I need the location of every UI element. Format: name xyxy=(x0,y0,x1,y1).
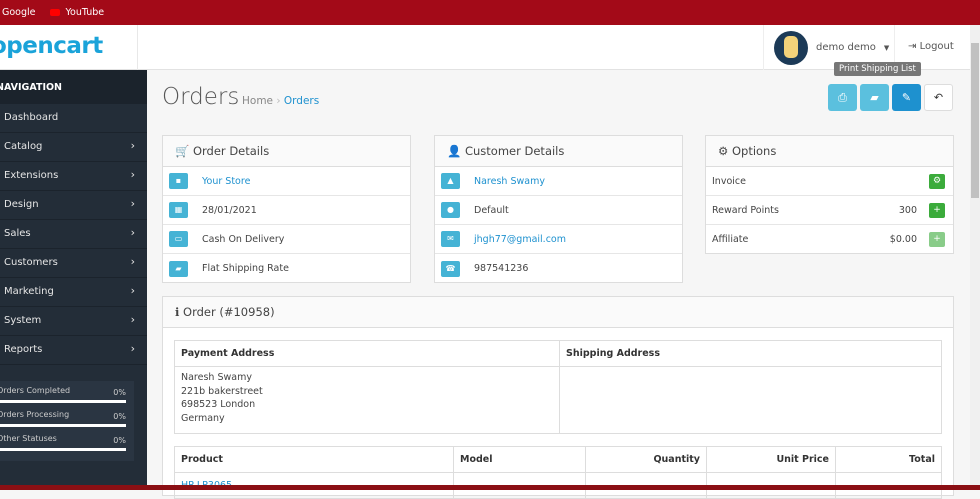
nav-marketing[interactable]: Marketing › xyxy=(0,278,147,307)
header: opencart demo demo ▼ ⇥ Logout xyxy=(0,25,970,70)
calendar-icon: ▦ xyxy=(169,202,188,218)
print-icon: ⎙ xyxy=(838,90,847,104)
nav-design[interactable]: Design › xyxy=(0,191,147,220)
breadcrumb-home[interactable]: Home xyxy=(242,95,273,107)
bookmark-youtube[interactable]: YouTube xyxy=(49,7,104,18)
nav-system[interactable]: System › xyxy=(0,307,147,336)
generate-invoice-button[interactable]: ⚙ xyxy=(929,173,945,189)
stat-completed: Orders Completed 0% xyxy=(0,386,134,410)
phone-icon: ☎ xyxy=(441,260,460,277)
truck-icon: ▰ xyxy=(870,91,879,104)
progress-bar xyxy=(0,400,126,403)
nav-reports[interactable]: Reports › xyxy=(0,336,147,365)
user-icon: ▲ xyxy=(441,173,460,189)
stat-other: Other Statuses 0% xyxy=(0,434,134,458)
chevron-right-icon: › xyxy=(130,284,135,297)
group-icon: ● xyxy=(441,202,460,218)
chevron-right-icon: › xyxy=(130,313,135,326)
chevron-right-icon: › xyxy=(130,342,135,355)
youtube-icon xyxy=(49,9,60,16)
sign-out-icon: ⇥ xyxy=(908,41,920,52)
options-panel: ⚙ Options Invoice ⚙ Reward Points 300 + Aff… xyxy=(705,135,954,254)
credit-card-icon: ▭ xyxy=(169,231,188,247)
progress-bar xyxy=(0,448,126,451)
scrollbar-thumb[interactable] xyxy=(971,43,979,198)
payment-method: Cash On Delivery xyxy=(202,233,285,245)
logout-link[interactable]: ⇥ Logout xyxy=(908,41,954,52)
phone: 987541236 xyxy=(474,263,529,274)
progress-bar xyxy=(0,424,126,427)
taskbar xyxy=(0,485,980,490)
chevron-right-icon: › xyxy=(130,255,135,268)
nav-header: NAVIGATION xyxy=(0,70,147,104)
user-name: demo demo xyxy=(816,42,876,53)
tooltip: Print Shipping List xyxy=(834,62,921,76)
print-invoice-button[interactable]: ⎙ xyxy=(828,84,857,111)
pencil-icon: ✎ xyxy=(901,91,912,104)
customer-link[interactable]: Naresh Swamy xyxy=(474,176,545,187)
user-icon: 👤 xyxy=(447,144,465,158)
shipping-address xyxy=(559,366,942,434)
order-date: 28/01/2021 xyxy=(202,204,257,216)
store-icon: ▪ xyxy=(169,173,188,189)
customer-group: Default xyxy=(474,204,509,216)
logo[interactable]: opencart xyxy=(0,25,138,70)
add-reward-button[interactable]: + xyxy=(929,202,945,218)
nav-dashboard[interactable]: Dashboard xyxy=(0,104,147,133)
add-commission-button[interactable]: + xyxy=(929,232,945,247)
order-details-panel: 🛒 Order Details ▪ Your Store ▦ 28/01/2021 … xyxy=(162,135,411,283)
chevron-right-icon: › xyxy=(130,139,135,152)
reply-icon: ↶ xyxy=(933,91,944,104)
order-stats: Orders Completed 0% Orders Processing 0% O… xyxy=(0,381,134,461)
nav-extensions[interactable]: Extensions › xyxy=(0,162,147,191)
cart-icon: 🛒 xyxy=(175,144,193,158)
email-link[interactable]: jhgh77@gmail.com xyxy=(474,234,566,245)
customer-details-panel: 👤 Customer Details ▲ Naresh Swamy ● Defaul… xyxy=(434,135,683,283)
store-link[interactable]: Your Store xyxy=(202,176,250,187)
payment-address: Naresh Swamy 221b bakerstreet 698523 Londo… xyxy=(174,366,560,434)
chevron-right-icon: › xyxy=(130,226,135,239)
nav-catalog[interactable]: Catalog › xyxy=(0,133,147,162)
nav-customers[interactable]: Customers › xyxy=(0,249,147,278)
envelope-icon: ✉ xyxy=(441,231,460,247)
order-panel: ℹ Order (#10958) Payment Address Shipping… xyxy=(162,296,954,499)
nav-sales[interactable]: Sales › xyxy=(0,220,147,249)
print-shipping-button[interactable]: ▰ xyxy=(860,84,889,111)
bookmark-google[interactable]: Google xyxy=(2,7,36,18)
page-title: Orders xyxy=(162,84,240,110)
stat-processing: Orders Processing 0% xyxy=(0,410,134,434)
chevron-right-icon: › xyxy=(130,197,135,210)
shipping-method: Flat Shipping Rate xyxy=(202,263,289,274)
back-button[interactable]: ↶ xyxy=(924,84,953,111)
breadcrumb-orders[interactable]: Orders xyxy=(284,95,319,107)
address-table: Payment Address Shipping Address Naresh S… xyxy=(174,340,942,434)
bookmarks-bar: Google YouTube xyxy=(0,0,980,25)
breadcrumb: Home › Orders xyxy=(242,95,320,107)
info-icon: ℹ xyxy=(175,305,184,319)
caret-down-icon: ▼ xyxy=(883,43,890,52)
edit-button[interactable]: ✎ xyxy=(892,84,921,111)
gear-icon: ⚙ xyxy=(718,144,732,158)
avatar xyxy=(774,30,808,65)
truck-icon: ▰ xyxy=(169,260,188,277)
products-table: ProductModelQuantityUnit PriceTotal HP L… xyxy=(174,446,942,499)
chevron-right-icon: › xyxy=(130,168,135,181)
